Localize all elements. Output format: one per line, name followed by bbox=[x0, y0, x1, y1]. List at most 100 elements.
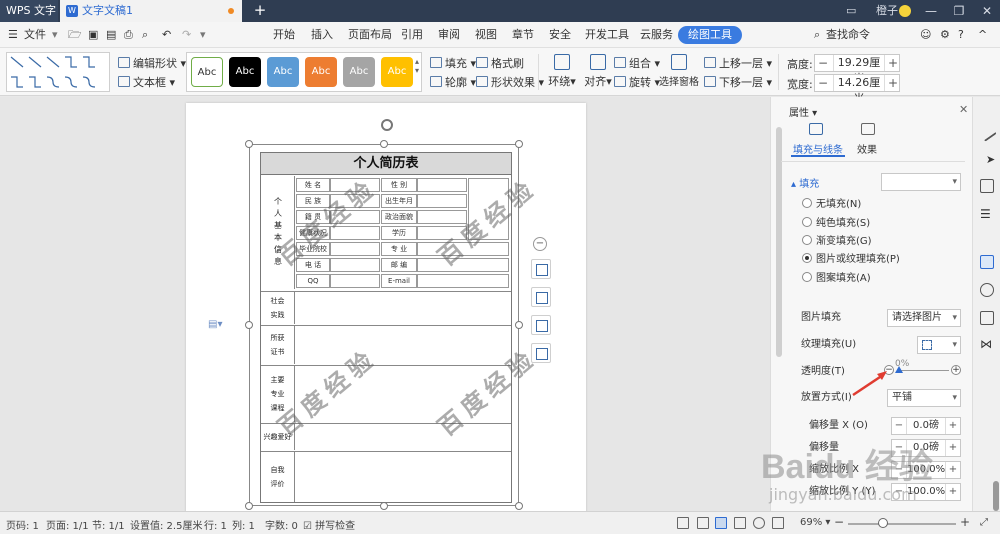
spell-check-button[interactable]: ☑ 拼写检查 bbox=[303, 517, 355, 532]
write-mode-icon[interactable] bbox=[772, 517, 784, 529]
user-name[interactable]: 橙子 bbox=[876, 0, 898, 22]
resize-handle[interactable] bbox=[380, 502, 388, 510]
transparency-increase-button[interactable]: + bbox=[951, 365, 961, 375]
resize-handle[interactable] bbox=[515, 321, 523, 329]
edit-shape-button[interactable]: 编辑形状 ▾ bbox=[118, 56, 186, 72]
field-value[interactable] bbox=[330, 274, 380, 288]
web-view-icon[interactable] bbox=[753, 517, 765, 529]
minimize-button[interactable]: — bbox=[918, 0, 944, 22]
style-swatch[interactable]: Abc bbox=[343, 57, 375, 87]
style-swatch[interactable]: Abc bbox=[305, 57, 337, 87]
undo-icon[interactable]: ↶ bbox=[162, 26, 171, 44]
shape-fill-icon[interactable] bbox=[531, 315, 551, 335]
offset-x-value[interactable]: 0.0磅 bbox=[906, 418, 946, 434]
layout-options-icon[interactable] bbox=[531, 259, 551, 279]
fill-section-header[interactable]: ▴ 填充 bbox=[791, 175, 819, 190]
radio-no-fill[interactable]: 无填充(N) bbox=[802, 198, 861, 212]
open-icon[interactable]: 🗁 bbox=[68, 26, 82, 44]
resize-handle[interactable] bbox=[245, 140, 253, 148]
align-button[interactable]: 对齐▾ bbox=[578, 52, 618, 92]
height-decrease-button[interactable]: − bbox=[815, 55, 831, 71]
scale-y-increase[interactable]: + bbox=[946, 484, 960, 500]
menu-insert[interactable]: 插入 bbox=[311, 26, 333, 44]
status-word-count[interactable]: 字数: 0 bbox=[265, 517, 298, 532]
radio-gradient-fill[interactable]: 渐变填充(G) bbox=[802, 235, 872, 249]
collapse-ribbon-icon[interactable]: ^ bbox=[978, 26, 987, 44]
lock-icon[interactable] bbox=[980, 179, 994, 193]
outline-button[interactable]: 轮廓 ▾ bbox=[430, 75, 476, 91]
resize-handle[interactable] bbox=[515, 502, 523, 510]
style-swatch[interactable]: Abc bbox=[191, 57, 223, 87]
document-tab[interactable]: W 文字文稿1 bbox=[60, 0, 242, 22]
rotate-handle[interactable] bbox=[381, 119, 393, 131]
width-decrease-button[interactable]: − bbox=[815, 75, 831, 91]
transparency-slider-thumb[interactable] bbox=[895, 366, 903, 373]
settings-icon[interactable]: ⚙ bbox=[940, 26, 950, 44]
field-value[interactable] bbox=[417, 178, 467, 192]
menu-chapter[interactable]: 章节 bbox=[512, 26, 534, 44]
paragraph-layout-icon[interactable]: ▤▾ bbox=[208, 319, 230, 331]
width-increase-button[interactable]: + bbox=[885, 75, 901, 91]
feedback-icon[interactable]: ☺ bbox=[920, 26, 931, 44]
resize-handle[interactable] bbox=[245, 321, 253, 329]
fill-color-dropdown[interactable] bbox=[881, 173, 961, 191]
tab-fill-and-line[interactable]: 填充与线条 bbox=[793, 141, 843, 156]
hamburger-icon[interactable]: ☰ bbox=[8, 26, 18, 44]
menu-references[interactable]: 引用 bbox=[401, 26, 423, 44]
preview-icon[interactable]: ⌕ bbox=[142, 26, 148, 44]
more-icon[interactable]: ▾ bbox=[200, 26, 206, 44]
search-icon[interactable]: ⌕ bbox=[814, 26, 820, 44]
group-button[interactable]: 组合 ▾ bbox=[614, 56, 660, 72]
zoom-slider-thumb[interactable] bbox=[878, 518, 889, 528]
outline-view-icon[interactable] bbox=[734, 517, 746, 529]
fill-button[interactable]: 填充 ▾ bbox=[430, 56, 476, 72]
resize-handle[interactable] bbox=[380, 140, 388, 148]
radio-picture-fill[interactable]: 图片或纹理填充(P) bbox=[802, 253, 900, 267]
list-icon[interactable]: ☰ bbox=[980, 207, 994, 221]
menu-page-layout[interactable]: 页面布局 bbox=[348, 26, 392, 44]
menu-developer[interactable]: 开发工具 bbox=[585, 26, 629, 44]
image-icon[interactable] bbox=[980, 311, 994, 325]
panel-title[interactable]: 属性 ▾ bbox=[789, 104, 817, 119]
zoom-slider-track[interactable] bbox=[848, 523, 956, 525]
menu-review[interactable]: 审阅 bbox=[438, 26, 460, 44]
tablet-mode-icon[interactable]: ▭ bbox=[846, 0, 856, 22]
selection-pane-button[interactable]: 选择窗格 bbox=[658, 52, 700, 92]
offset-x-decrease[interactable]: − bbox=[892, 418, 906, 434]
app-menu-tab[interactable]: WPS 文字 bbox=[0, 0, 58, 22]
height-increase-button[interactable]: + bbox=[885, 55, 901, 71]
field-value[interactable] bbox=[417, 194, 467, 208]
shape-gallery[interactable] bbox=[6, 52, 110, 92]
menu-view[interactable]: 视图 bbox=[475, 26, 497, 44]
redo-icon[interactable]: ↷ bbox=[182, 26, 191, 44]
offset-x-increase[interactable]: + bbox=[946, 418, 960, 434]
width-value[interactable]: 14.26厘米 bbox=[833, 75, 885, 105]
help-icon[interactable]: ? bbox=[958, 26, 964, 44]
bring-forward-button[interactable]: 上移一层 ▾ bbox=[704, 56, 772, 72]
zoom-in-button[interactable]: + bbox=[960, 515, 970, 529]
wrap-button[interactable]: 环绕▾ bbox=[542, 52, 582, 92]
cursor-icon[interactable]: ➤ bbox=[980, 153, 995, 167]
field-value[interactable] bbox=[330, 242, 380, 256]
read-mode-icon[interactable] bbox=[697, 517, 709, 529]
height-value[interactable]: 19.29厘米 bbox=[833, 55, 885, 85]
send-backward-button[interactable]: 下移一层 ▾ bbox=[704, 75, 772, 91]
scale-x-increase[interactable]: + bbox=[946, 462, 960, 478]
placement-dropdown[interactable]: 平铺 bbox=[887, 389, 961, 407]
width-field[interactable]: 宽度: − 14.26厘米 + bbox=[787, 74, 901, 105]
field-value[interactable] bbox=[330, 258, 380, 272]
offset-x-field[interactable]: −0.0磅 + bbox=[891, 417, 961, 435]
menu-drawing-tools[interactable]: 绘图工具 bbox=[678, 26, 742, 44]
zoom-level[interactable]: 69% ▾ bbox=[800, 517, 830, 528]
collapse-toolbar-button[interactable]: − bbox=[533, 237, 547, 251]
offset-y-increase[interactable]: + bbox=[946, 440, 960, 456]
resize-handle[interactable] bbox=[515, 140, 523, 148]
close-icon[interactable]: ✕ bbox=[959, 103, 968, 116]
style-swatch[interactable]: Abc bbox=[267, 57, 299, 87]
height-field[interactable]: 高度: − 19.29厘米 + bbox=[787, 54, 901, 85]
gallery-scroll-icon[interactable]: ▴ ▾ bbox=[415, 57, 419, 75]
search-command[interactable]: 查找命令 bbox=[826, 26, 870, 44]
document-page[interactable]: 个人简历表 个人基本信息 姓 名 民 族 籍 贯 健康状况 毕业院校 电 话 Q… bbox=[186, 103, 586, 511]
shape-effects-button[interactable]: 形状效果 ▾ bbox=[476, 75, 544, 91]
resize-handle[interactable] bbox=[245, 502, 253, 510]
